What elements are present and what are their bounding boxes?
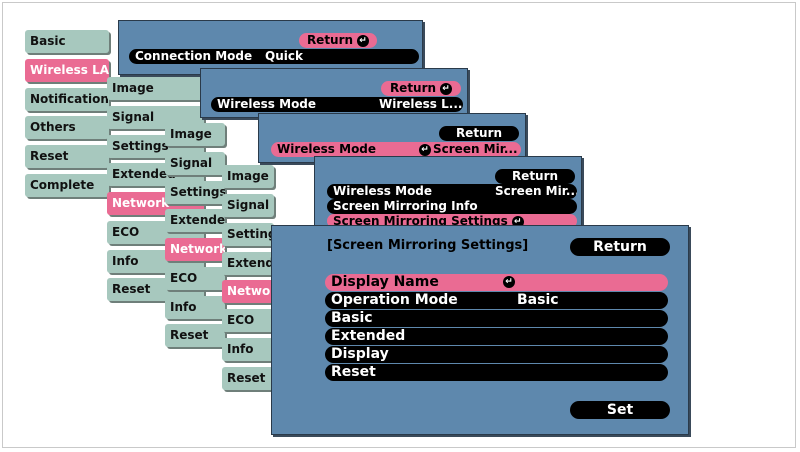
menu-panel-2: Return ↵ Wireless Mode Wireless L... [200, 68, 468, 118]
connection-mode-label: Connection Mode [135, 49, 253, 63]
sidebar-item-info[interactable]: Info [222, 338, 274, 361]
connection-mode-row[interactable]: Connection Mode Quick [129, 49, 419, 64]
sidebar-item-network[interactable]: Network [222, 280, 274, 303]
display-row[interactable]: Display [325, 346, 668, 363]
sidebar-item-settings[interactable]: Settings [165, 181, 225, 204]
extended-label: Extended [331, 328, 406, 344]
operation-mode-label: Operation Mode [331, 292, 458, 308]
sidebar-item-reset[interactable]: Reset [25, 145, 109, 168]
wireless-mode-row[interactable]: Wireless Mode Wireless L... [211, 97, 463, 112]
sidebar-item-signal[interactable]: Signal [222, 194, 274, 217]
screen-mirroring-info-row[interactable]: Screen Mirroring Info [327, 199, 577, 214]
sidebar-item-basic[interactable]: Basic [25, 30, 109, 53]
return-button[interactable]: Return ↵ [299, 33, 377, 48]
sidebar-item-eco[interactable]: ECO [222, 309, 274, 332]
wireless-mode-label: Wireless Mode [217, 97, 317, 111]
enter-icon: ↵ [357, 34, 370, 47]
basic-row[interactable]: Basic [325, 310, 668, 327]
basic-label: Basic [331, 310, 373, 326]
sidebar-item-settings[interactable]: Setting [222, 223, 274, 246]
sidebar-item-others[interactable]: Others [25, 116, 109, 139]
set-button[interactable]: Set [570, 401, 670, 419]
wireless-mode-value: Wireless L... [379, 97, 463, 111]
reset-label: Reset [331, 364, 376, 380]
wireless-mode-row[interactable]: Wireless Mode ↵ Screen Mir... [271, 142, 521, 157]
sidebar-item-eco[interactable]: ECO [165, 267, 225, 290]
sidebar-item-image[interactable]: Image [165, 123, 225, 146]
sidebar-item-info[interactable]: Info [165, 296, 225, 319]
return-button[interactable]: Return [570, 238, 670, 256]
sidebar-item-notifications[interactable]: Notifications [25, 88, 109, 111]
enter-icon: ↵ [503, 276, 515, 288]
operation-mode-value: Basic [517, 292, 559, 308]
wireless-mode-label: Wireless Mode [277, 142, 377, 156]
sidebar-item-reset[interactable]: Reset [222, 367, 274, 390]
return-button[interactable]: Return [439, 126, 519, 141]
sidebar-item-image[interactable]: Image [107, 77, 204, 100]
sidebar-item-wireless-lan[interactable]: Wireless LAN [25, 59, 109, 82]
sidebar-item-complete[interactable]: Complete [25, 174, 109, 197]
return-label: Return [389, 81, 437, 95]
operation-mode-row[interactable]: Operation Mode Basic [325, 292, 668, 309]
screen-mirroring-info-label: Screen Mirroring Info [333, 199, 478, 213]
display-name-label: Display Name [331, 274, 439, 290]
display-label: Display [331, 346, 389, 362]
wireless-mode-value: Screen Mir... [495, 184, 577, 198]
wireless-mode-row[interactable]: Wireless Mode Screen Mir... [327, 184, 577, 199]
screen-mirroring-settings-panel: [Screen Mirroring Settings] Return Displ… [271, 225, 689, 435]
extended-row[interactable]: Extended [325, 328, 668, 345]
wireless-mode-label: Wireless Mode [333, 184, 433, 198]
enter-indicator: ↵ [503, 274, 515, 291]
return-button[interactable]: Return ↵ [381, 81, 461, 96]
sidebar-item-network[interactable]: Network [165, 238, 225, 261]
menu-panel-4: Return Wireless Mode Screen Mir... Scree… [314, 156, 582, 236]
sidebar-item-extended[interactable]: Extended [165, 209, 225, 232]
connection-mode-value: Quick [265, 49, 303, 63]
reset-row[interactable]: Reset [325, 364, 668, 381]
enter-icon: ↵ [419, 143, 431, 156]
page-title: [Screen Mirroring Settings] [327, 238, 529, 253]
return-button[interactable]: Return [495, 169, 575, 184]
return-label: Return [306, 33, 354, 47]
sidebar-item-extended[interactable]: Extende [222, 252, 274, 275]
display-name-row[interactable]: Display Name ↵ [325, 274, 668, 291]
sidebar-item-signal[interactable]: Signal [165, 152, 225, 175]
menu-panel-1: Return ↵ Connection Mode Quick [118, 20, 423, 75]
sidebar-item-image[interactable]: Image [222, 165, 274, 188]
sidebar-item-reset[interactable]: Reset [165, 324, 225, 347]
wireless-mode-value: ↵ Screen Mir... [419, 142, 518, 157]
enter-icon: ↵ [440, 82, 453, 95]
